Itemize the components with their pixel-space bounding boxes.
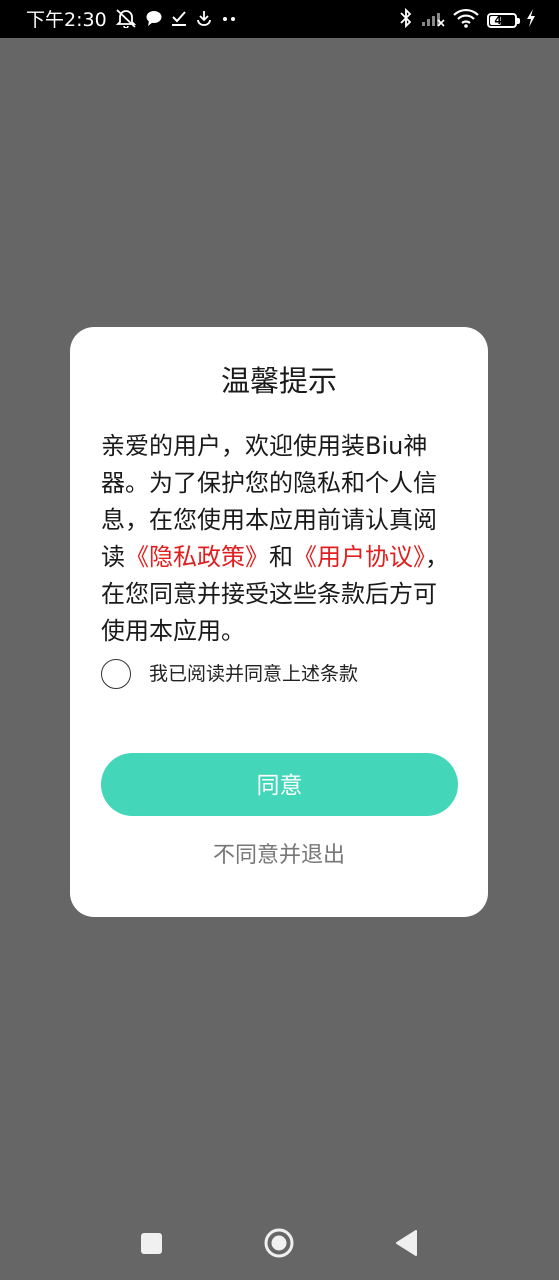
agree-checkbox[interactable] bbox=[101, 659, 131, 689]
battery-icon: 46 bbox=[487, 12, 520, 28]
status-time: 下午2:30 bbox=[26, 9, 107, 31]
home-icon[interactable] bbox=[264, 1228, 294, 1258]
status-right: 46 bbox=[399, 7, 537, 33]
more-icon bbox=[221, 9, 237, 31]
download-icon bbox=[195, 9, 213, 31]
dialog-body: 亲爱的用户，欢迎使用装Biu神器。为了保护您的隐私和个人信息，在您使用本应用前请… bbox=[101, 428, 457, 650]
agree-button[interactable]: 同意 bbox=[101, 753, 458, 816]
disagree-exit-button[interactable]: 不同意并退出 bbox=[70, 839, 488, 873]
status-bar: 下午2:30 46 bbox=[0, 0, 559, 38]
privacy-dialog: 温馨提示 亲爱的用户，欢迎使用装Biu神器。为了保护您的隐私和个人信息，在您使用… bbox=[70, 327, 488, 917]
status-left: 下午2:30 bbox=[26, 7, 237, 33]
bluetooth-icon bbox=[399, 7, 413, 33]
user-agreement-link[interactable]: 《用户协议》 bbox=[293, 543, 425, 571]
wifi-icon bbox=[453, 8, 479, 32]
back-icon[interactable] bbox=[395, 1229, 417, 1257]
mute-icon bbox=[115, 8, 137, 32]
body-connector: 和 bbox=[269, 543, 293, 571]
privacy-policy-link[interactable]: 《隐私政策》 bbox=[125, 543, 269, 571]
charging-icon bbox=[525, 8, 537, 32]
agree-checkbox-row[interactable]: 我已阅读并同意上述条款 bbox=[101, 657, 358, 691]
message-icon bbox=[145, 9, 163, 31]
task-icon bbox=[171, 9, 187, 31]
dialog-title: 温馨提示 bbox=[220, 364, 337, 398]
recents-icon[interactable] bbox=[141, 1233, 162, 1254]
agree-checkbox-label[interactable]: 我已阅读并同意上述条款 bbox=[149, 659, 358, 689]
navigation-bar bbox=[0, 1205, 559, 1280]
signal-icon bbox=[421, 8, 445, 32]
battery-cap bbox=[517, 17, 520, 24]
battery-level: 46 bbox=[494, 13, 510, 27]
